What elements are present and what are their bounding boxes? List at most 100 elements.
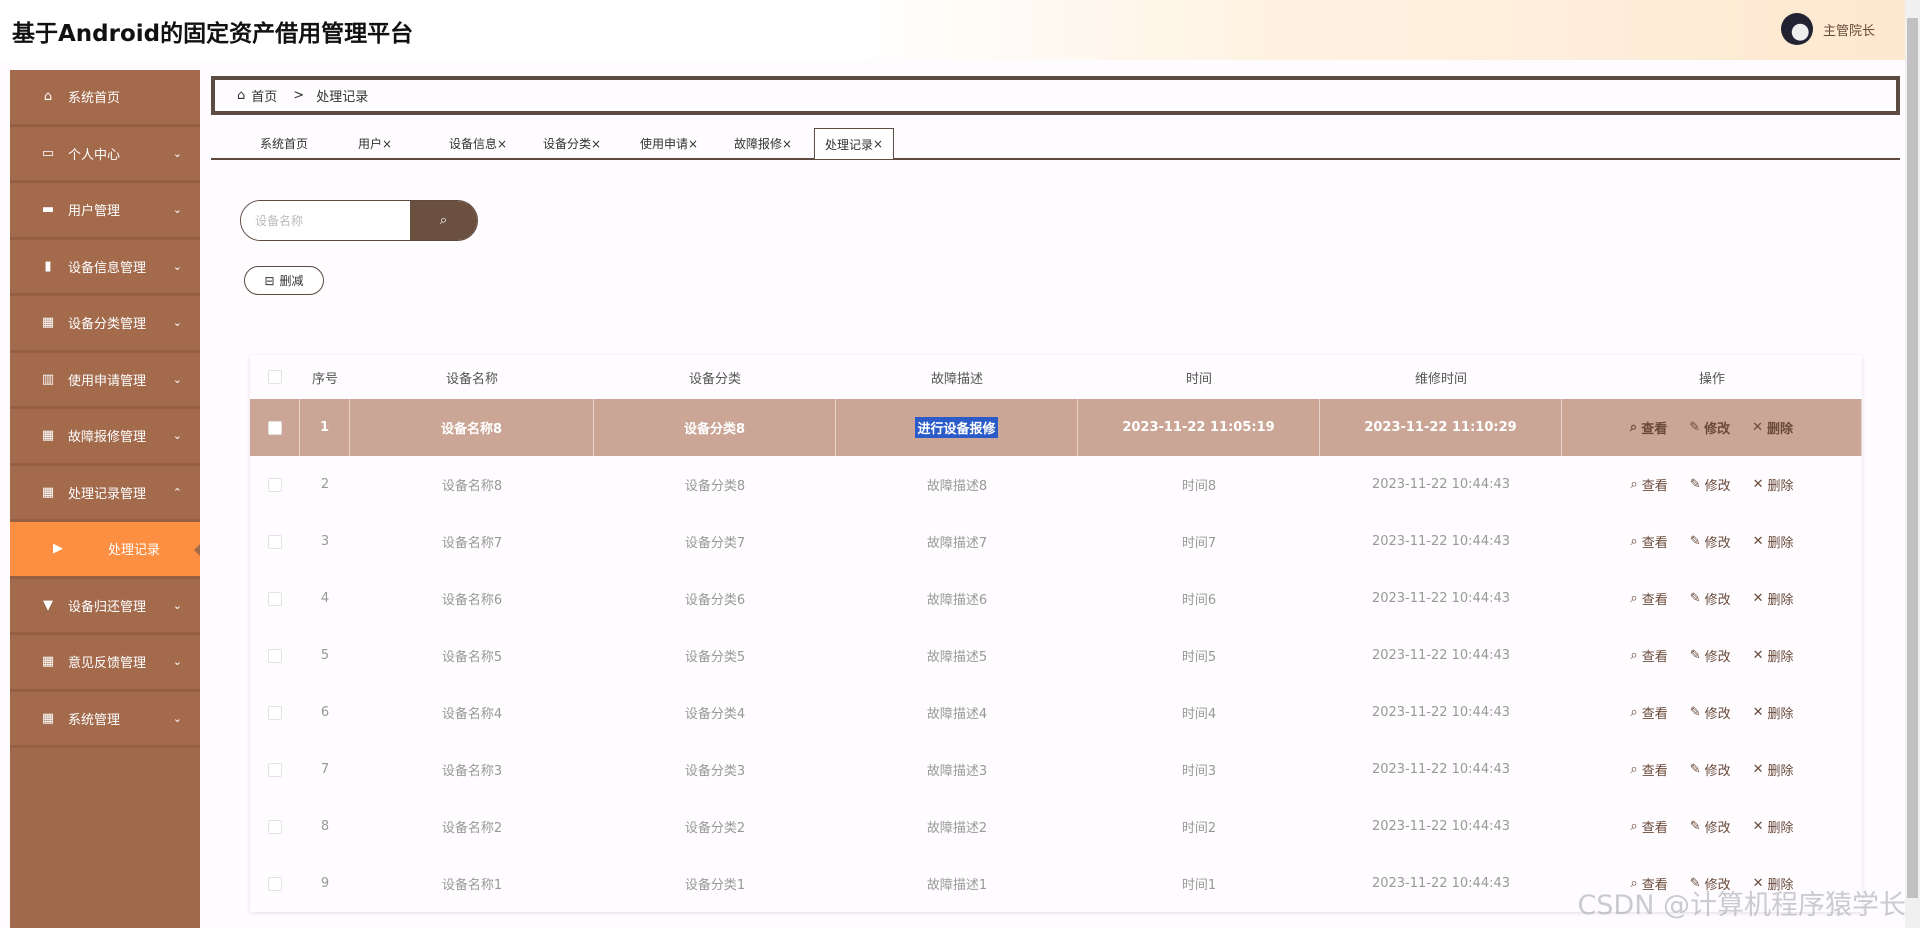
home-icon: ⌂ [237,88,246,103]
tab-6[interactable]: 处理记录 × [813,128,895,159]
view-button[interactable]: ⌕ 查看 [1630,703,1667,722]
cell-value: 时间1 [1181,878,1217,893]
table-cell: 7 [300,741,350,798]
delete-button[interactable]: ✕ 删除 [1753,589,1794,608]
row-checkbox[interactable] [268,705,282,720]
view-button[interactable]: ⌕ 查看 [1630,532,1667,551]
delete-button[interactable]: ✕ 删除 [1753,760,1794,779]
edit-button[interactable]: ✎ 修改 [1690,760,1731,779]
tab-4[interactable]: 使用申请 × [640,128,698,159]
view-button[interactable]: ⌕ 查看 [1630,760,1667,779]
edit-button[interactable]: ✎ 修改 [1690,703,1731,722]
sidebar-item-3[interactable]: ▮ 设备信息管理 ⌄ [10,239,200,296]
user-name[interactable]: 主管院长 [1823,20,1875,39]
sidebar-item-2[interactable]: ▬ 用户管理 ⌄ [10,183,200,240]
table-row[interactable]: 4 设备名称6 设备分类6 故障描述6 时间6 2023-11-22 10:44:43 ⌕ 查… [250,570,1862,627]
delete-button[interactable]: ✕ 删除 [1753,646,1794,665]
cell-value: 时间2 [1181,821,1217,836]
avatar[interactable] [1780,13,1813,45]
table-row[interactable]: 8 设备名称2 设备分类2 故障描述2 时间2 2023-11-22 10:44:43 ⌕ 查… [250,798,1862,855]
view-button[interactable]: ⌕ 查看 [1630,589,1667,608]
row-checkbox[interactable] [268,477,282,492]
scrollbar[interactable] [1905,0,1920,928]
sidebar-item-11[interactable]: ▦ 系统管理 ⌄ [10,691,200,748]
sidebar-item-7[interactable]: ▦ 处理记录管理 ⌃ [10,465,200,522]
sidebar-item-10[interactable]: ▦ 意见反馈管理 ⌄ [10,635,200,692]
table-cell: 2 [300,456,350,513]
breadcrumb-home[interactable]: 首页 [251,86,277,105]
view-button[interactable]: ⌕ 查看 [1630,475,1667,494]
edit-button[interactable]: ✎ 修改 [1690,646,1731,665]
delete-button[interactable]: ✕ 删除 [1753,703,1794,722]
tab-2[interactable]: 设备信息 × [449,128,507,159]
delete-button[interactable]: ✕ 删除 [1753,475,1794,494]
select-all-checkbox[interactable] [268,370,282,384]
action-label: 删除 [1767,422,1794,437]
breadcrumb-separator: > [293,88,305,103]
tab-3[interactable]: 设备分类 × [543,128,601,159]
row-checkbox[interactable] [268,819,282,834]
table-cell: 设备名称5 [350,627,594,684]
scrollbar-thumb[interactable] [1907,18,1918,898]
delete-button[interactable]: ✕ 删除 [1753,532,1794,551]
table-row[interactable]: 5 设备名称5 设备分类5 故障描述5 时间5 2023-11-22 10:44:43 ⌕ 查… [250,627,1862,684]
close-icon[interactable]: × [688,137,698,151]
edit-button[interactable]: ✎ 修改 [1690,532,1731,551]
header-cell [250,355,300,399]
table-cell: 2023-11-22 11:10:29 [1320,399,1562,456]
view-button[interactable]: ⌕ 查看 [1630,646,1667,665]
edit-button[interactable]: ✎ 修改 [1690,475,1731,494]
close-icon[interactable]: × [382,137,392,151]
close-icon[interactable]: × [497,137,507,151]
row-checkbox[interactable] [267,420,282,435]
sidebar-item-label: 设备信息管理 [68,260,147,276]
table-row[interactable]: 2 设备名称8 设备分类8 故障描述8 时间8 2023-11-22 10:44:43 ⌕ 查… [250,456,1862,513]
delete-button[interactable]: ✕ 删除 [1752,418,1793,437]
sidebar-item-1[interactable]: ▭ 个人中心 ⌄ [10,126,200,183]
close-icon[interactable]: × [591,137,601,151]
sidebar-item-5[interactable]: ▥ 使用申请管理 ⌄ [10,352,200,409]
edit-button[interactable]: ✎ 修改 [1690,589,1731,608]
delete-button[interactable]: ✕ 删除 [1753,817,1794,836]
cell-value: 5 [320,648,330,663]
cell-value: 2023-11-22 10:44:43 [1371,819,1511,834]
tab-1[interactable]: 用户 × [358,128,392,159]
pencil-icon: ✎ [1689,648,1701,663]
header-cell: 故障描述 [836,355,1078,399]
cell-value: 进行设备报修 [915,417,998,438]
sidebar-item-9[interactable]: ▼ 设备归还管理 ⌄ [10,578,200,635]
view-button[interactable]: ⌕ 查看 [1630,817,1667,836]
action-label: 查看 [1641,764,1668,779]
search-button[interactable]: ⌕ [410,201,477,240]
search-input[interactable] [241,201,410,240]
sidebar-item-8[interactable]: ▶ 处理记录 [10,522,200,579]
sidebar-item-4[interactable]: ▦ 设备分类管理 ⌄ [10,296,200,353]
cell-value: 设备名称6 [441,593,503,608]
row-checkbox[interactable] [268,534,282,549]
sidebar-item-label: 处理记录 [108,543,161,559]
close-icon[interactable]: × [782,137,792,151]
tab-0[interactable]: 系统首页 [260,128,308,159]
tab-5[interactable]: 故障报修 × [734,128,792,159]
table-cell: 时间5 [1078,627,1320,684]
user-menu[interactable]: 主管院长 [1780,13,1875,45]
row-checkbox[interactable] [268,876,282,891]
sidebar-item-label: 个人中心 [68,147,121,163]
view-button[interactable]: ⌕ 查看 [1630,418,1667,437]
close-icon[interactable]: × [873,137,883,151]
row-checkbox[interactable] [268,762,282,777]
table-header: 序号 设备名称 设备分类 故障描述 时间 维修时间 操作 [250,355,1862,399]
sidebar-item-6[interactable]: ▦ 故障报修管理 ⌄ [10,409,200,466]
cell-value: 2023-11-22 11:10:29 [1364,420,1517,435]
sidebar-item-0[interactable]: ⌂ 系统首页 [10,70,200,127]
table-row[interactable]: 3 设备名称7 设备分类7 故障描述7 时间7 2023-11-22 10:44:43 ⌕ 查… [250,513,1862,570]
table-row[interactable]: 1 设备名称8 设备分类8 进行设备报修 2023-11-22 11:05:19 2023… [250,399,1862,456]
edit-button[interactable]: ✎ 修改 [1690,817,1731,836]
row-checkbox[interactable] [268,648,282,663]
table-row[interactable]: 7 设备名称3 设备分类3 故障描述3 时间3 2023-11-22 10:44:43 ⌕ 查… [250,741,1862,798]
edit-button[interactable]: ✎ 修改 [1689,418,1730,437]
table-row[interactable]: 6 设备名称4 设备分类4 故障描述4 时间4 2023-11-22 10:44:43 ⌕ 查… [250,684,1862,741]
close-icon: ✕ [1752,591,1764,606]
delete-button[interactable]: ⊟ 删减 [244,266,324,295]
row-checkbox[interactable] [268,591,282,606]
